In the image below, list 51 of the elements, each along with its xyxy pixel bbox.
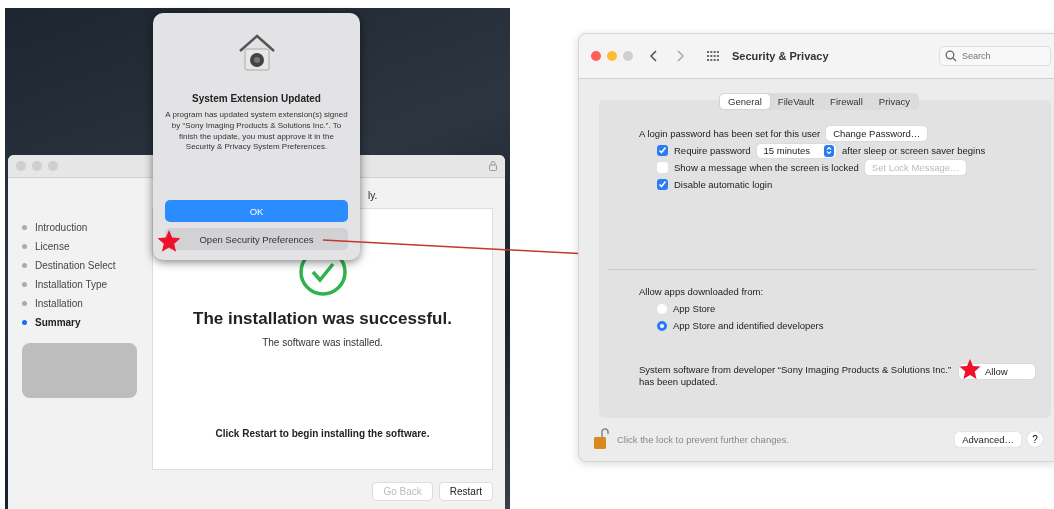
search-field[interactable]: Search xyxy=(939,46,1051,66)
dialog-message: A program has updated system extension(s) signed by “Sony Imaging Products & Solutions Inc.”. To finish the update, you must approve it in the Security & Privacy System Preferences. xyxy=(165,110,348,154)
stepper-arrows-icon xyxy=(824,144,835,157)
step-item: License xyxy=(22,240,152,253)
option-label: Disable automatic login xyxy=(674,179,773,190)
open-preferences-button[interactable]: Open Security Preferences xyxy=(165,228,348,250)
subtitle-text: ly. xyxy=(367,189,379,203)
search-icon xyxy=(945,50,957,62)
login-text: A login password has been set for this user xyxy=(639,127,821,139)
help-button[interactable]: ? xyxy=(1027,431,1043,447)
radio-button[interactable] xyxy=(657,303,667,314)
back-icon[interactable] xyxy=(649,49,659,63)
star-icon xyxy=(959,358,981,380)
tab[interactable]: Privacy xyxy=(870,94,918,109)
lock-text: Click the lock to prevent further changes. xyxy=(617,433,791,445)
advanced-button[interactable]: Advanced… xyxy=(955,431,1021,447)
close-button[interactable] xyxy=(591,51,601,61)
tab[interactable]: FileVault xyxy=(769,94,823,109)
lock-icon xyxy=(489,161,497,171)
zoom-button[interactable] xyxy=(623,51,633,61)
option-label: Show a message when the screen is locked xyxy=(674,162,859,173)
padlock-open-icon[interactable] xyxy=(593,428,611,450)
option-label: Require password xyxy=(674,145,751,156)
dialog-title: System Extension Updated xyxy=(192,93,321,104)
tab[interactable]: Firewall xyxy=(822,94,871,109)
step-item: Destination Select xyxy=(22,259,152,272)
success-heading: The installation was successful. xyxy=(193,309,452,329)
success-subheading: The software was installed. xyxy=(262,337,383,348)
radio-label: App Store xyxy=(673,303,716,314)
radio-label: App Store and identified developers xyxy=(673,320,824,331)
change-password-button[interactable]: Change Password… xyxy=(826,125,928,141)
star-icon xyxy=(157,229,181,253)
interval-select[interactable]: 15 minutes xyxy=(756,143,837,158)
tab[interactable]: General xyxy=(720,94,770,109)
option-suffix: after sleep or screen saver begins xyxy=(842,145,986,156)
checkbox[interactable] xyxy=(657,179,668,190)
forward-icon[interactable] xyxy=(675,49,685,63)
step-item: Installation xyxy=(22,297,152,310)
checkbox[interactable] xyxy=(657,162,668,173)
allow-apps-label: Allow apps downloaded from: xyxy=(639,285,764,297)
radio-button[interactable] xyxy=(657,320,667,331)
restart-note: Click Restart to begin installing the software. xyxy=(215,428,430,439)
grid-icon[interactable] xyxy=(707,50,720,62)
minimize-button[interactable] xyxy=(607,51,617,61)
installer-button[interactable]: Restart xyxy=(438,482,493,501)
step-item: Summary xyxy=(22,316,152,329)
system-software-message: System software from developer “Sony Imaging Products & Solutions Inc.” has been updated. xyxy=(639,364,953,389)
checkbox[interactable] xyxy=(657,145,668,156)
window-title: Security & Privacy xyxy=(732,50,829,62)
step-item: Introduction xyxy=(22,221,152,234)
step-item: Installation Type xyxy=(22,278,152,291)
